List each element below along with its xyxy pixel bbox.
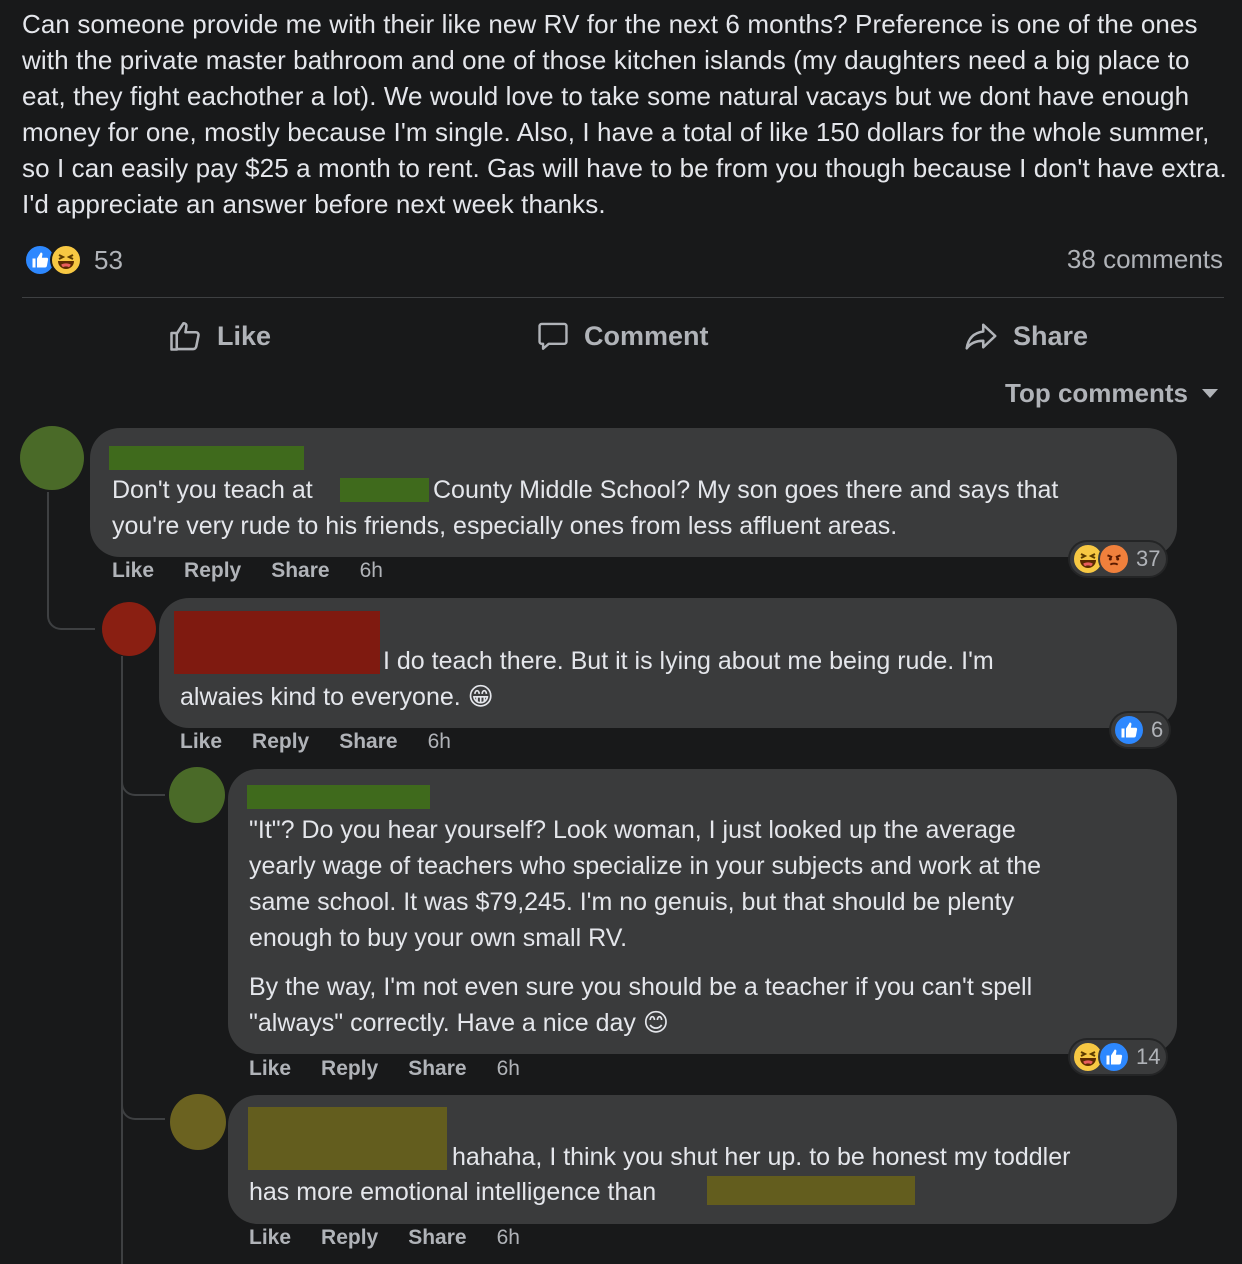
comment-sort-label: Top comments: [1005, 378, 1188, 408]
comment-text: "It"? Do you hear yourself? Look woman, …: [249, 816, 1016, 844]
comment-timestamp[interactable]: 6h: [428, 730, 451, 754]
post-reactions-summary[interactable]: 53: [24, 242, 123, 278]
comment-share-link[interactable]: Share: [271, 559, 329, 583]
comment-button-label: Comment: [584, 320, 709, 351]
comment-text: hahaha, I think you shut her up. to be h…: [452, 1143, 1071, 1171]
comment-reply-link[interactable]: Reply: [184, 559, 241, 583]
haha-reaction-icon: [50, 244, 82, 276]
comment-text: same school. It was $79,245. I'm no genu…: [249, 888, 1014, 916]
post-text: Can someone provide me with their like n…: [22, 9, 1227, 219]
comment-button[interactable]: Comment: [536, 316, 709, 356]
post-reaction-count: 53: [94, 244, 123, 275]
comment-share-link[interactable]: Share: [408, 1226, 466, 1250]
comment-timestamp[interactable]: 6h: [497, 1057, 520, 1081]
share-button-label: Share: [1013, 320, 1089, 351]
redacted-name[interactable]: [247, 785, 430, 809]
redacted-name[interactable]: [109, 446, 304, 470]
comment-text: Don't you teach at: [112, 476, 313, 504]
comment-like-link[interactable]: Like: [112, 559, 154, 583]
comment-like-link[interactable]: Like: [249, 1226, 291, 1250]
comment-share-link[interactable]: Share: [408, 1057, 466, 1081]
comment-text: County Middle School? My son goes there …: [433, 476, 1059, 504]
redacted-text: [340, 478, 429, 502]
comment-reply-link[interactable]: Reply: [252, 730, 309, 754]
comment-meta: Like Reply Share 6h: [180, 730, 451, 754]
comment-reactions[interactable]: 6: [1111, 713, 1170, 747]
thread-line: [121, 656, 123, 1264]
comment-text: you're very rude to his friends, especia…: [112, 512, 898, 540]
comment-text: has more emotional intelligence than: [249, 1178, 657, 1206]
comment-reply-link[interactable]: Reply: [321, 1226, 378, 1250]
redacted-name[interactable]: [174, 611, 380, 674]
avatar[interactable]: [102, 602, 156, 656]
comment-text: enough to buy your own small RV.: [249, 924, 628, 952]
thread-line: [121, 1080, 165, 1120]
reaction-count: 37: [1136, 546, 1161, 571]
comment-like-link[interactable]: Like: [249, 1057, 291, 1081]
comment-meta: Like Reply Share 6h: [112, 559, 383, 583]
angry-reaction-icon: [1098, 543, 1130, 575]
comment-like-link[interactable]: Like: [180, 730, 222, 754]
like-button[interactable]: Like: [167, 316, 271, 356]
comment-reply-link[interactable]: Reply: [321, 1057, 378, 1081]
share-button[interactable]: Share: [963, 316, 1088, 356]
redacted-name[interactable]: [248, 1107, 447, 1170]
share-arrow-icon: [965, 323, 997, 350]
chevron-down-icon: [1202, 389, 1218, 398]
reaction-count: 6: [1151, 717, 1164, 742]
comment-share-link[interactable]: Share: [339, 730, 397, 754]
comment-meta: Like Reply Share 6h: [249, 1057, 520, 1081]
like-reaction-icon: [1113, 714, 1145, 746]
comment-meta: Like Reply Share 6h: [249, 1226, 520, 1250]
comment-sort-dropdown[interactable]: Top comments: [1005, 378, 1218, 409]
comment-text: "always" correctly. Have a nice day 😊: [249, 1009, 669, 1037]
avatar[interactable]: [20, 426, 84, 490]
redacted-text: [707, 1176, 915, 1205]
reaction-count: 14: [1136, 1044, 1161, 1069]
thread-line: [121, 760, 165, 796]
avatar[interactable]: [170, 1094, 226, 1150]
comment-text: alwaies kind to everyone. 😁: [180, 683, 494, 711]
comment-text: yearly wage of teachers who specialize i…: [249, 852, 1042, 880]
comment-timestamp[interactable]: 6h: [497, 1226, 520, 1250]
comment-timestamp[interactable]: 6h: [360, 559, 383, 583]
comment-bubble-icon: [538, 322, 568, 350]
avatar[interactable]: [169, 767, 225, 823]
comment-reactions[interactable]: 14: [1070, 1040, 1167, 1074]
like-reaction-icon: [1098, 1041, 1130, 1073]
divider: [22, 297, 1224, 298]
comment-text: I do teach there. But it is lying about …: [383, 647, 994, 675]
comment-reactions[interactable]: 37: [1070, 542, 1167, 576]
thread-line: [47, 492, 95, 630]
comments-count-link[interactable]: 38 comments: [1067, 244, 1223, 275]
comment-text: By the way, I'm not even sure you should…: [249, 973, 1033, 1001]
thumbs-up-icon: [170, 321, 200, 351]
like-button-label: Like: [217, 320, 272, 351]
